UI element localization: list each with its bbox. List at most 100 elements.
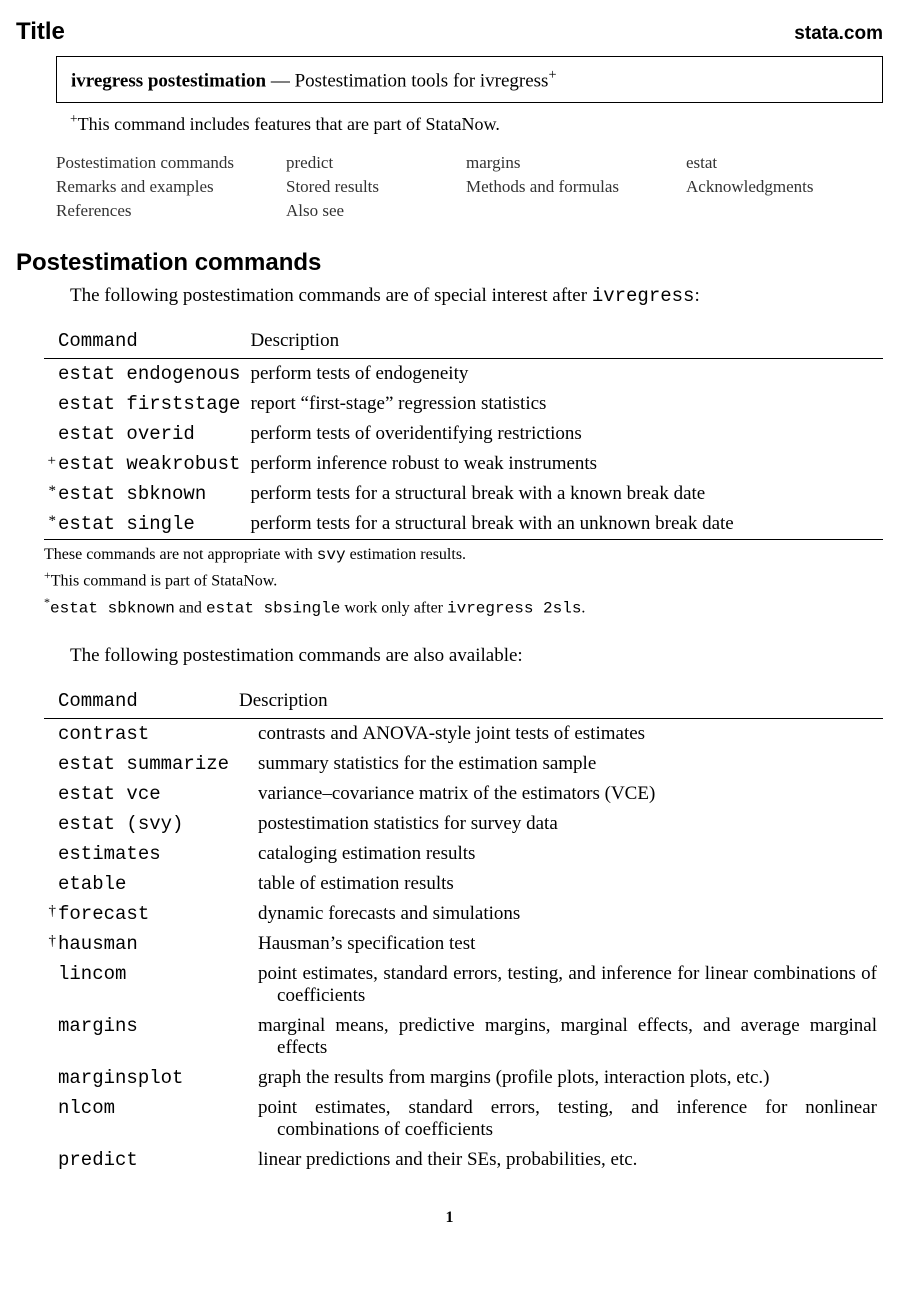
row-mark bbox=[44, 749, 58, 779]
row-description: variance–covariance matrix of the estima… bbox=[239, 779, 883, 809]
row-description: point estimates, standard errors, testin… bbox=[239, 1093, 883, 1145]
row-mark: † bbox=[44, 899, 58, 929]
row-command[interactable]: estat (svy) bbox=[58, 809, 239, 839]
row-mark: † bbox=[44, 929, 58, 959]
special-commands-table: Command Description estat endogenousperf… bbox=[44, 327, 883, 540]
note1: These commands are not appropriate with … bbox=[44, 546, 883, 564]
row-command[interactable]: estat sbknown bbox=[58, 479, 250, 509]
note1-c: estimation results. bbox=[346, 546, 466, 563]
section-heading: Postestimation commands bbox=[16, 249, 883, 277]
row-command[interactable]: estat single bbox=[58, 509, 250, 540]
row-mark bbox=[44, 1093, 58, 1145]
row-description: perform inference robust to weak instrum… bbox=[250, 449, 883, 479]
row-command[interactable]: estimates bbox=[58, 839, 239, 869]
nav-link[interactable]: estat bbox=[686, 153, 886, 173]
row-command[interactable]: marginsplot bbox=[58, 1063, 239, 1093]
table-row: estat firststagereport “first-stage” reg… bbox=[44, 389, 883, 419]
title-row: Title stata.com bbox=[16, 18, 883, 46]
row-mark bbox=[44, 839, 58, 869]
table-row: †hausmanHausman’s specification test bbox=[44, 929, 883, 959]
intro1-post: : bbox=[694, 285, 699, 306]
row-command[interactable]: estat firststage bbox=[58, 389, 250, 419]
note2: +This command is part of StataNow. bbox=[44, 568, 883, 590]
row-mark bbox=[44, 419, 58, 449]
intro-text-1: The following postestimation commands ar… bbox=[70, 285, 883, 307]
box-description: Postestimation tools for ivregress bbox=[295, 70, 549, 91]
table-row: lincompoint estimates, standard errors, … bbox=[44, 959, 883, 1011]
row-command[interactable]: estat summarize bbox=[58, 749, 239, 779]
box-sup: + bbox=[548, 67, 556, 83]
row-mark bbox=[44, 869, 58, 899]
nav-link[interactable]: Acknowledgments bbox=[686, 177, 886, 197]
table-row: *estat sbknownperform tests for a struct… bbox=[44, 479, 883, 509]
row-command[interactable]: contrast bbox=[58, 718, 239, 749]
note3-a: estat sbknown bbox=[50, 599, 175, 617]
nav-link[interactable]: margins bbox=[466, 153, 686, 173]
row-mark bbox=[44, 1011, 58, 1063]
note3: *estat sbknown and estat sbsingle work o… bbox=[44, 595, 883, 617]
footnote-text: This command includes features that are … bbox=[78, 114, 500, 134]
table-row: contrastcontrasts and ANOVA-style joint … bbox=[44, 718, 883, 749]
table-row: estat summarizesummary statistics for th… bbox=[44, 749, 883, 779]
command-title-box: ivregress postestimation — Postestimatio… bbox=[56, 56, 883, 103]
box-separator: — bbox=[271, 70, 290, 91]
row-command[interactable]: nlcom bbox=[58, 1093, 239, 1145]
row-command[interactable]: estat weakrobust bbox=[58, 449, 250, 479]
row-command[interactable]: forecast bbox=[58, 899, 239, 929]
nav-link[interactable]: Postestimation commands bbox=[56, 153, 286, 173]
nav-link bbox=[466, 201, 686, 221]
table1-notes: These commands are not appropriate with … bbox=[44, 546, 883, 617]
row-description: report “first-stage” regression statisti… bbox=[250, 389, 883, 419]
row-description: point estimates, standard errors, testin… bbox=[239, 959, 883, 1011]
row-description: Hausman’s specification test bbox=[239, 929, 883, 959]
row-mark bbox=[44, 1063, 58, 1093]
row-command[interactable]: lincom bbox=[58, 959, 239, 1011]
row-command[interactable]: margins bbox=[58, 1011, 239, 1063]
row-description: linear predictions and their SEs, probab… bbox=[239, 1145, 883, 1175]
page-title: Title bbox=[16, 18, 65, 46]
row-description: summary statistics for the estimation sa… bbox=[239, 749, 883, 779]
note3-c: estat sbsingle bbox=[206, 599, 340, 617]
table-row: +estat weakrobustperform inference robus… bbox=[44, 449, 883, 479]
row-description: table of estimation results bbox=[239, 869, 883, 899]
intro1-pre: The following postestimation commands ar… bbox=[70, 285, 592, 306]
row-command[interactable]: estat endogenous bbox=[58, 359, 250, 390]
table-row: marginsplotgraph the results from margin… bbox=[44, 1063, 883, 1093]
table-row: estat endogenousperform tests of endogen… bbox=[44, 359, 883, 390]
nav-link[interactable]: Methods and formulas bbox=[466, 177, 686, 197]
nav-link[interactable]: Stored results bbox=[286, 177, 466, 197]
t1-hdr-desc: Description bbox=[250, 327, 883, 359]
row-command[interactable]: etable bbox=[58, 869, 239, 899]
row-description: postestimation statistics for survey dat… bbox=[239, 809, 883, 839]
nav-link[interactable]: Also see bbox=[286, 201, 466, 221]
row-description: perform tests for a structural break wit… bbox=[250, 479, 883, 509]
nav-link[interactable]: Remarks and examples bbox=[56, 177, 286, 197]
note1-a: These commands are not appropriate with bbox=[44, 546, 317, 563]
row-command[interactable]: estat vce bbox=[58, 779, 239, 809]
row-description: dynamic forecasts and simulations bbox=[239, 899, 883, 929]
table-row: predictlinear predictions and their SEs,… bbox=[44, 1145, 883, 1175]
row-mark bbox=[44, 1145, 58, 1175]
row-mark: * bbox=[44, 479, 58, 509]
note1-b: svy bbox=[317, 546, 346, 564]
row-description: perform tests of overidentifying restric… bbox=[250, 419, 883, 449]
table-row: marginsmarginal means, predictive margin… bbox=[44, 1011, 883, 1063]
t2-hdr-cmd: Command bbox=[58, 687, 239, 719]
table-row: estat vcevariance–covariance matrix of t… bbox=[44, 779, 883, 809]
table-row: estat overidperform tests of overidentif… bbox=[44, 419, 883, 449]
row-command[interactable]: hausman bbox=[58, 929, 239, 959]
row-command[interactable]: predict bbox=[58, 1145, 239, 1175]
table-row: †forecastdynamic forecasts and simulatio… bbox=[44, 899, 883, 929]
intro1-cmd: ivregress bbox=[592, 285, 695, 307]
nav-link[interactable]: References bbox=[56, 201, 286, 221]
table-row: estimatescataloging estimation results bbox=[44, 839, 883, 869]
row-command[interactable]: estat overid bbox=[58, 419, 250, 449]
nav-link bbox=[686, 201, 886, 221]
nav-link[interactable]: predict bbox=[286, 153, 466, 173]
note2-text: This command is part of StataNow. bbox=[51, 573, 277, 590]
title-footnote: +This command includes features that are… bbox=[70, 111, 883, 135]
note3-e: ivregress 2sls bbox=[447, 599, 581, 617]
row-mark bbox=[44, 359, 58, 390]
table-row: estat (svy)postestimation statistics for… bbox=[44, 809, 883, 839]
row-mark: * bbox=[44, 509, 58, 540]
